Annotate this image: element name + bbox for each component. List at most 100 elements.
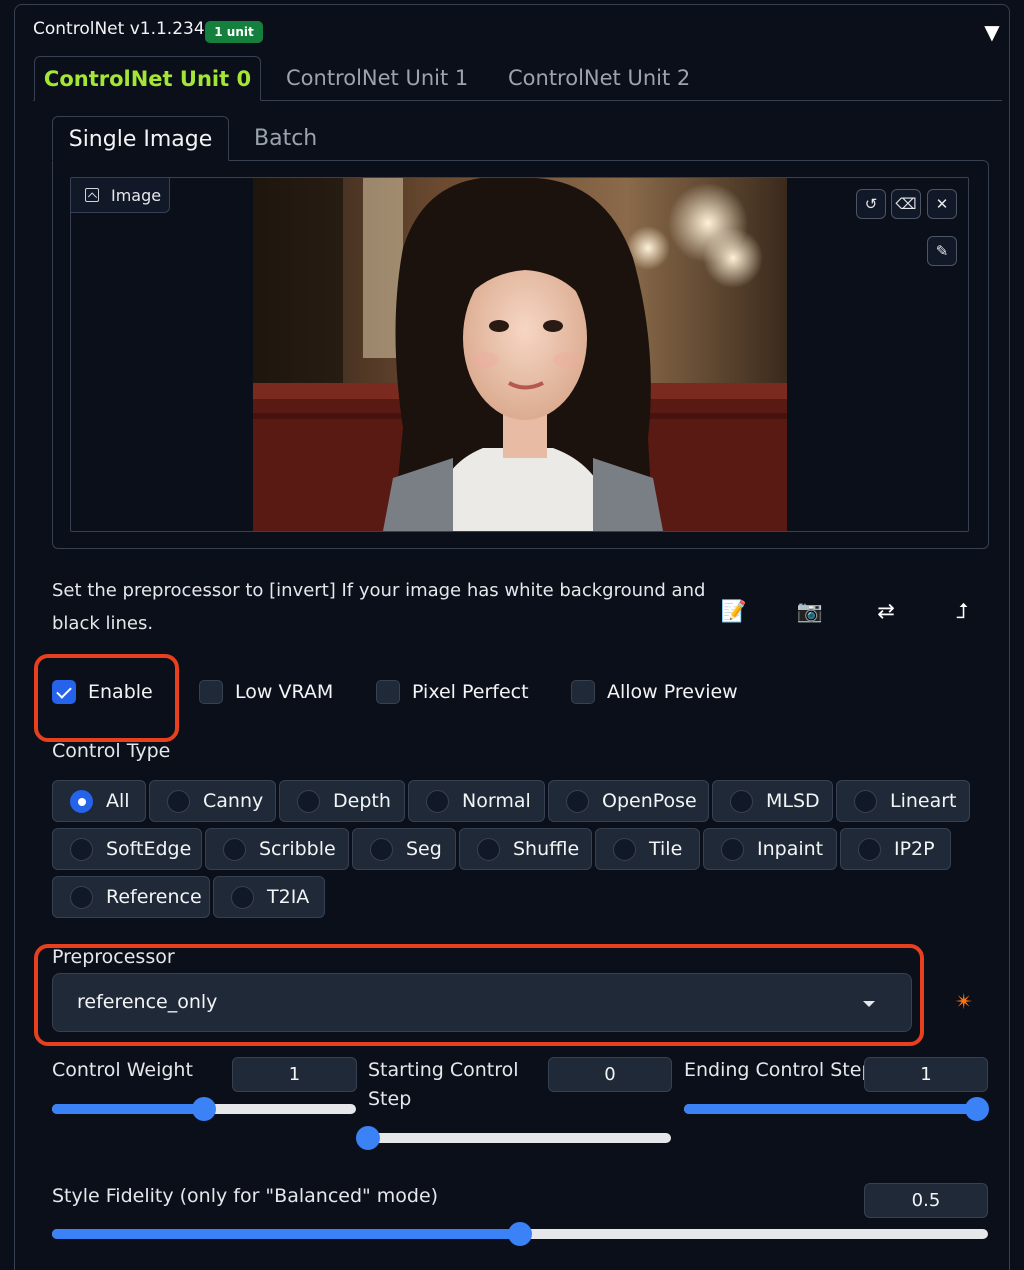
arrow-up-icon[interactable]: ⮥ xyxy=(947,596,977,626)
control-weight-slider[interactable] xyxy=(52,1097,356,1121)
radio-label: IP2P xyxy=(894,838,935,860)
radio-dot[interactable] xyxy=(721,838,744,861)
starting-control-step-slider[interactable] xyxy=(356,1126,671,1150)
style-fidelity-input[interactable]: 0.5 xyxy=(864,1183,988,1218)
radio-dot[interactable] xyxy=(231,886,254,909)
slider-fill xyxy=(684,1104,977,1114)
radio-canny[interactable]: Canny xyxy=(149,780,276,822)
radio-all[interactable]: All xyxy=(52,780,146,822)
preprocessor-label: Preprocessor xyxy=(52,946,175,968)
radio-reference[interactable]: Reference xyxy=(52,876,210,918)
radio-label: OpenPose xyxy=(602,790,697,812)
uploaded-photo[interactable] xyxy=(253,178,787,531)
style-fidelity-slider[interactable] xyxy=(52,1222,988,1246)
radio-t2ia[interactable]: T2IA xyxy=(213,876,325,918)
radio-label: All xyxy=(106,790,130,812)
radio-dot[interactable] xyxy=(477,838,500,861)
image-icon xyxy=(85,188,99,202)
camera-icon[interactable]: 📷 xyxy=(795,596,825,626)
radio-label: Scribble xyxy=(259,838,336,860)
radio-seg[interactable]: Seg xyxy=(352,828,456,870)
undo-icon[interactable]: ↺ xyxy=(856,189,886,219)
spark-icon[interactable]: ✴ xyxy=(950,989,978,1017)
checkbox-box[interactable] xyxy=(376,680,400,704)
radio-tile[interactable]: Tile xyxy=(595,828,700,870)
starting-control-step-label-line2: Step xyxy=(368,1088,412,1110)
checkbox-box[interactable] xyxy=(199,680,223,704)
slider-fill xyxy=(52,1104,204,1114)
radio-depth[interactable]: Depth xyxy=(279,780,405,822)
tab-controlnet-unit-1[interactable]: ControlNet Unit 1 xyxy=(286,56,468,101)
close-icon[interactable]: ✕ xyxy=(927,189,957,219)
radio-label: Depth xyxy=(333,790,391,812)
radio-dot[interactable] xyxy=(167,790,190,813)
radio-inpaint[interactable]: Inpaint xyxy=(703,828,837,870)
radio-softedge[interactable]: SoftEdge xyxy=(52,828,202,870)
checkbox-box[interactable] xyxy=(571,680,595,704)
tab-controlnet-unit-2[interactable]: ControlNet Unit 2 xyxy=(508,56,690,101)
ending-control-step-slider[interactable] xyxy=(684,1097,989,1121)
unit-count-badge: 1 unit xyxy=(205,21,263,43)
starting-control-step-label: Starting Control xyxy=(368,1059,519,1081)
radio-dot[interactable] xyxy=(854,790,877,813)
slider-thumb[interactable] xyxy=(192,1097,216,1121)
radio-label: T2IA xyxy=(267,886,310,908)
tab-single-image[interactable]: Single Image xyxy=(52,116,229,161)
checkbox-label: Pixel Perfect xyxy=(412,681,529,703)
slider-thumb[interactable] xyxy=(508,1222,532,1246)
image-label: Image xyxy=(71,178,170,213)
preprocessor-dropdown[interactable]: reference_only xyxy=(52,973,912,1032)
slider-thumb[interactable] xyxy=(356,1126,380,1150)
radio-dot[interactable] xyxy=(730,790,753,813)
style-fidelity-label: Style Fidelity (only for "Balanced" mode… xyxy=(52,1185,439,1207)
radio-dot[interactable] xyxy=(858,838,881,861)
eraser-icon[interactable]: ⌫ xyxy=(891,189,921,219)
control-weight-label: Control Weight xyxy=(52,1059,193,1081)
radio-scribble[interactable]: Scribble xyxy=(205,828,349,870)
radio-label: Shuffle xyxy=(513,838,580,860)
radio-dot[interactable] xyxy=(297,790,320,813)
radio-label: Normal xyxy=(462,790,531,812)
ending-control-step-label: Ending Control Step xyxy=(684,1059,874,1081)
radio-lineart[interactable]: Lineart xyxy=(836,780,970,822)
triangle-down-icon[interactable]: ▼ xyxy=(982,22,1002,42)
memo-icon[interactable]: 📝 xyxy=(719,596,749,626)
checkbox-box[interactable] xyxy=(52,680,76,704)
panel-title[interactable]: ControlNet v1.1.234 xyxy=(33,19,205,39)
radio-dot[interactable] xyxy=(70,838,93,861)
checkbox-label: Low VRAM xyxy=(235,681,334,703)
swap-arrows-icon[interactable]: ⇄ xyxy=(871,596,901,626)
radio-label: Seg xyxy=(406,838,442,860)
radio-dot[interactable] xyxy=(566,790,589,813)
tab-controlnet-unit-0[interactable]: ControlNet Unit 0 xyxy=(34,56,261,101)
low-vram-checkbox[interactable]: Low VRAM xyxy=(199,679,339,705)
radio-normal[interactable]: Normal xyxy=(408,780,545,822)
radio-openpose[interactable]: OpenPose xyxy=(548,780,709,822)
preprocessor-hint: Set the preprocessor to [invert] If your… xyxy=(52,580,706,634)
enable-checkbox[interactable]: Enable xyxy=(52,679,162,705)
radio-label: MLSD xyxy=(766,790,820,812)
pixel-perfect-checkbox[interactable]: Pixel Perfect xyxy=(376,679,536,705)
radio-label: Inpaint xyxy=(757,838,824,860)
radio-dot[interactable] xyxy=(223,838,246,861)
radio-shuffle[interactable]: Shuffle xyxy=(459,828,592,870)
radio-dot[interactable] xyxy=(426,790,449,813)
radio-label: Canny xyxy=(203,790,264,812)
preprocessor-value: reference_only xyxy=(77,991,218,1013)
allow-preview-checkbox[interactable]: Allow Preview xyxy=(571,679,741,705)
starting-control-step-input[interactable]: 0 xyxy=(548,1057,672,1092)
slider-thumb[interactable] xyxy=(965,1097,989,1121)
caret-down-icon xyxy=(863,1001,875,1007)
radio-dot[interactable] xyxy=(70,886,93,909)
radio-label: Tile xyxy=(649,838,683,860)
radio-dot[interactable] xyxy=(370,838,393,861)
control-weight-input[interactable]: 1 xyxy=(232,1057,357,1092)
radio-dot[interactable] xyxy=(613,838,636,861)
slider-fill xyxy=(52,1229,520,1239)
brush-icon[interactable]: ✎ xyxy=(927,236,957,266)
radio-ip2p[interactable]: IP2P xyxy=(840,828,951,870)
radio-dot[interactable] xyxy=(70,790,93,813)
ending-control-step-input[interactable]: 1 xyxy=(864,1057,988,1092)
radio-mlsd[interactable]: MLSD xyxy=(712,780,833,822)
tab-batch[interactable]: Batch xyxy=(254,116,317,161)
